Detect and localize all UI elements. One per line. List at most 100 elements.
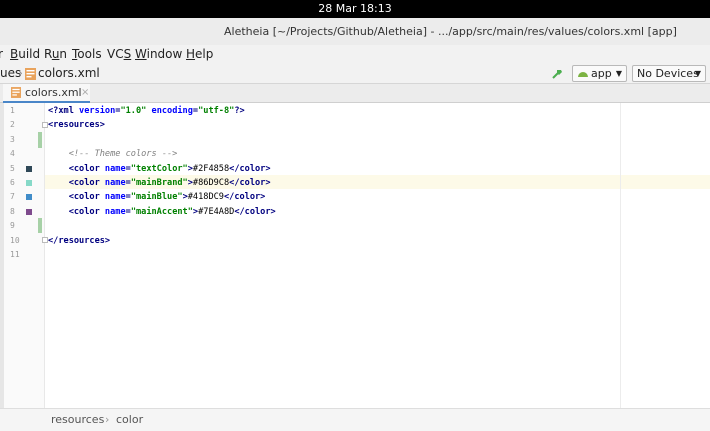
line-number: 2: [10, 120, 15, 130]
menu-window[interactable]: Window: [135, 45, 182, 63]
code-line[interactable]: <color name="mainBlue">#418DC9</color>: [48, 190, 266, 204]
breadcrumb-bar: resources › color: [0, 408, 710, 431]
nav-separator: ›: [18, 66, 23, 80]
menu-run[interactable]: Run: [44, 45, 67, 63]
device-label: No Devices: [637, 67, 699, 80]
menu-tools[interactable]: Tools: [72, 45, 102, 63]
code-token: <color: [68, 192, 105, 203]
device-dropdown[interactable]: No Devices ▼: [632, 65, 706, 82]
code-token: "utf-8": [198, 106, 235, 116]
line-number: 9: [10, 221, 15, 231]
line-number-row: 11: [4, 248, 45, 262]
editor-tab-bar: colors.xml ×: [0, 84, 710, 103]
line-number-row: 6: [4, 176, 45, 190]
code-token: "textColor": [130, 163, 188, 174]
code-token: name: [104, 206, 126, 217]
code-token: <color: [68, 206, 105, 217]
code-token: </color>: [223, 192, 266, 203]
menu-vcs[interactable]: VCS: [107, 45, 131, 63]
code-line[interactable]: <?xml version="1.0" encoding="utf-8"?>: [48, 104, 245, 118]
code-token: name: [104, 178, 126, 188]
navigation-bar: ues › colors.xml app ▼ No Devices ▼: [0, 63, 710, 84]
window-title: Aletheia [~/Projects/Github/Aletheia] - …: [224, 25, 677, 38]
code-token: #7E4A8D: [198, 206, 235, 217]
code-token: <?xml: [48, 106, 80, 116]
code-line[interactable]: </resources>: [48, 234, 110, 248]
code-line[interactable]: <color name="mainAccent">#7E4A8D</color>: [48, 205, 276, 219]
line-number-row: 3: [4, 133, 45, 147]
close-icon[interactable]: ×: [81, 84, 89, 101]
code-token: encoding: [151, 106, 193, 116]
line-number-row: 10: [4, 234, 45, 248]
line-number-row: 9: [4, 219, 45, 233]
code-token: name: [104, 192, 126, 203]
window-title-bar: Aletheia [~/Projects/Github/Aletheia] - …: [0, 18, 710, 45]
code-line[interactable]: <resources>: [48, 118, 105, 132]
menu-help[interactable]: Help: [186, 45, 213, 63]
code-token: "1.0": [120, 106, 147, 116]
tab-colors-xml[interactable]: colors.xml ×: [3, 84, 90, 103]
code-token: <resources>: [48, 120, 105, 131]
ide-window: 28 Mar 18:13 Aletheia [~/Projects/Github…: [0, 0, 710, 431]
code-line[interactable]: <!-- Theme colors -->: [48, 147, 178, 161]
nav-crumb-colors-xml[interactable]: colors.xml: [38, 63, 100, 84]
code-token: <!-- Theme colors -->: [48, 149, 178, 160]
code-token: <color: [68, 178, 105, 188]
line-number-row: 5: [4, 162, 45, 176]
menu-item-edge-fragment: r: [0, 47, 3, 61]
code-token: "mainBlue": [130, 192, 183, 203]
line-number: 7: [10, 192, 15, 202]
code-token: </color>: [234, 206, 276, 217]
line-number: 10: [10, 235, 20, 245]
line-number: 1: [10, 106, 15, 115]
line-number: 4: [10, 149, 15, 159]
android-icon: [578, 72, 588, 77]
menu-build[interactable]: Build: [10, 45, 40, 63]
xml-file-icon: [25, 68, 36, 80]
code-token: </resources>: [48, 235, 111, 246]
code-token: name: [104, 163, 126, 174]
build-hammer-icon[interactable]: [551, 67, 564, 80]
chevron-down-icon: ▼: [694, 69, 701, 78]
tab-label: colors.xml: [25, 86, 82, 99]
code-line[interactable]: <color name="textColor">#2F4858</color>: [48, 162, 271, 176]
line-number: 11: [10, 250, 20, 259]
line-number-row: 8: [4, 205, 45, 219]
line-number: 8: [10, 206, 15, 216]
breadcrumb-resources[interactable]: resources: [51, 409, 104, 431]
run-config-label: app: [591, 67, 612, 80]
menu-bar: r Build Run Tools VCS Window Help: [0, 45, 710, 63]
code-token: version: [79, 106, 116, 116]
line-number: 3: [10, 134, 15, 144]
xml-file-icon: [11, 87, 21, 98]
line-number-row: 4: [4, 147, 45, 161]
code-token: #418DC9: [187, 192, 224, 203]
line-number: 5: [10, 163, 15, 173]
code-token: "mainBrand": [130, 178, 188, 188]
line-number: 6: [10, 178, 15, 187]
chevron-down-icon: ▼: [615, 69, 622, 78]
line-number-row: 2: [4, 118, 45, 132]
line-number-row: 1: [4, 104, 45, 118]
line-number-row: 7: [4, 190, 45, 204]
breadcrumb-color[interactable]: color: [116, 409, 143, 431]
system-clock[interactable]: 28 Mar 18:13: [318, 2, 391, 15]
code-token: #86D9C8: [192, 178, 230, 188]
run-config-dropdown[interactable]: app ▼: [572, 65, 627, 82]
code-token: </color>: [229, 178, 271, 188]
right-margin-guide: [620, 103, 621, 408]
breadcrumb-separator: ›: [105, 413, 110, 426]
code-token: ?>: [234, 106, 245, 116]
editor-gutter[interactable]: 1 2 3 4 5 6 7 8 9 10 11: [4, 103, 48, 408]
code-token: "mainAccent": [130, 206, 193, 217]
code-token: #2F4858: [192, 163, 230, 174]
system-top-bar: 28 Mar 18:13: [0, 0, 710, 18]
code-token: </color>: [229, 163, 271, 174]
code-editor[interactable]: 1 2 3 4 5 6 7 8 9 10 11 <?xml version="1.0" encodi…: [0, 103, 710, 408]
code-token: <color: [68, 163, 105, 174]
code-line[interactable]: <color name="mainBrand">#86D9C8</color>: [48, 176, 271, 190]
